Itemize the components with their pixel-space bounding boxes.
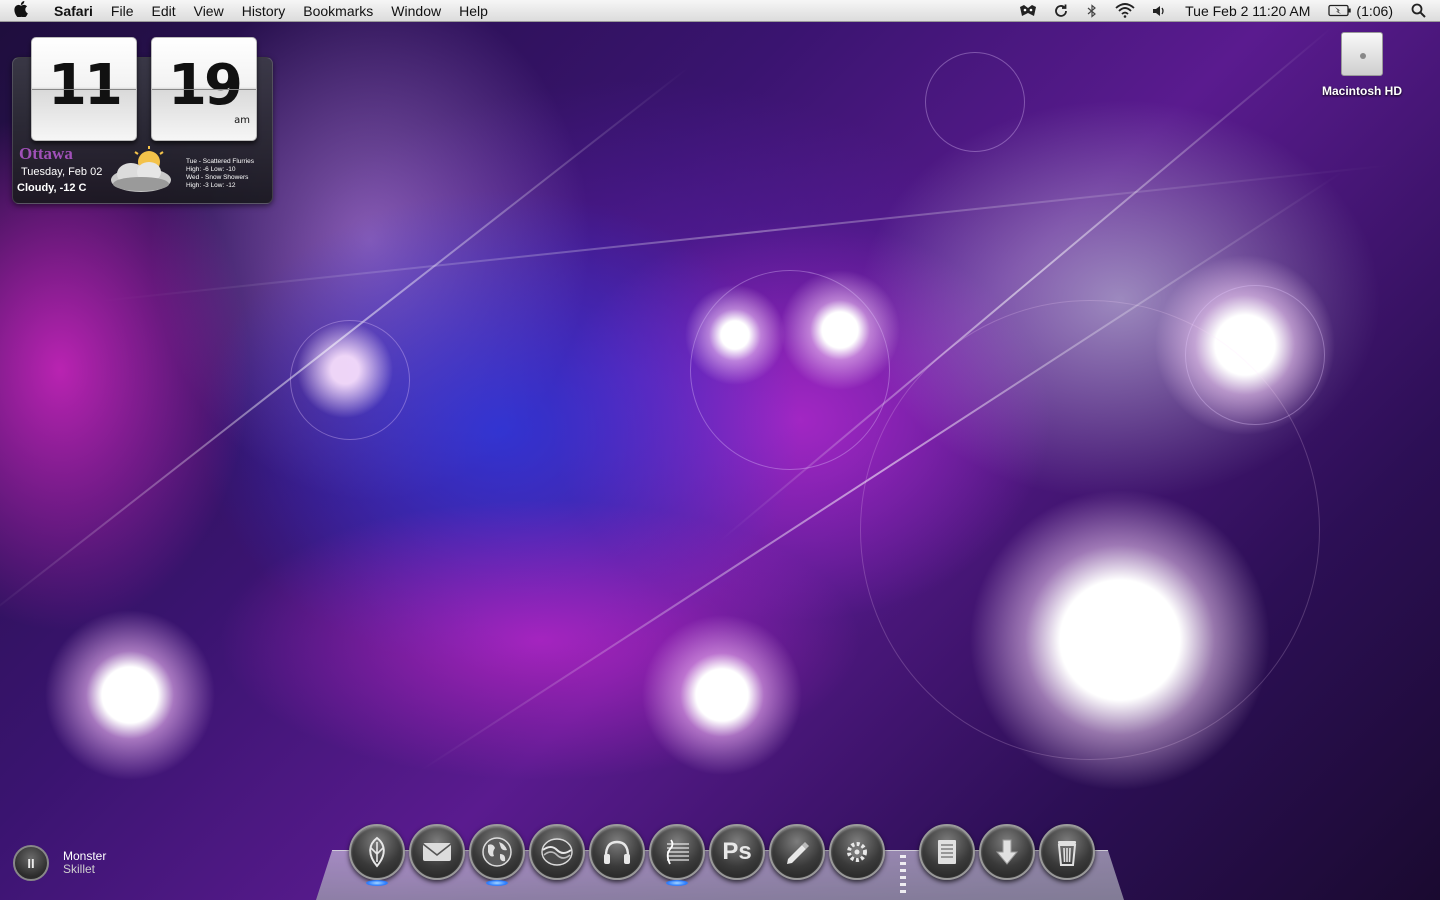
forecast-line: High: -3 Low: -12 — [186, 182, 236, 189]
hard-drive-icon[interactable] — [1341, 32, 1383, 76]
track-artist: Skillet — [63, 862, 96, 876]
spotlight-icon[interactable] — [1401, 3, 1440, 18]
photoshop-icon: Ps — [722, 838, 752, 865]
drive-label: Macintosh HD — [1321, 84, 1402, 98]
apple-icon[interactable] — [0, 0, 42, 21]
sync-icon[interactable] — [1045, 3, 1077, 19]
gear-icon — [847, 842, 867, 862]
weather-forecast: Tue - Scattered Flurries High: -6 Low: -… — [186, 158, 254, 190]
menu-bar: Safari File Edit View History Bookmarks … — [0, 0, 1440, 22]
bluetooth-icon[interactable] — [1077, 3, 1107, 18]
forecast-line: Wed - Snow Showers — [186, 174, 249, 181]
dock-item-trash[interactable] — [1039, 824, 1095, 880]
menu-edit[interactable]: Edit — [142, 3, 184, 19]
clock-ampm: am — [234, 115, 250, 126]
running-indicator — [366, 880, 388, 886]
running-indicator — [486, 880, 508, 886]
hour-card: 11 — [31, 37, 137, 141]
menu-window[interactable]: Window — [382, 3, 450, 19]
dock-item-feather-app[interactable] — [349, 824, 405, 880]
status-area: Tue Feb 2 11:20 AM (1:06) — [1011, 0, 1440, 22]
forecast-line: High: -6 Low: -10 — [186, 166, 236, 173]
battery-status[interactable]: (1:06) — [1320, 3, 1401, 19]
dock-item-mail[interactable] — [409, 824, 465, 880]
feather-app-icon — [369, 836, 385, 868]
running-indicator — [666, 880, 688, 886]
menu-bookmarks[interactable]: Bookmarks — [294, 3, 382, 19]
globe-icon — [482, 837, 512, 867]
menu-app-name[interactable]: Safari — [42, 3, 102, 19]
menu-clock[interactable]: Tue Feb 2 11:20 AM — [1175, 3, 1320, 19]
trash-icon — [1057, 841, 1077, 866]
now-playing-widget: II Monster Skillet — [13, 845, 106, 881]
dock-item-documents[interactable] — [919, 824, 975, 880]
pause-button[interactable]: II — [13, 845, 49, 881]
dock-item-pencil[interactable] — [769, 824, 825, 880]
mail-icon — [422, 843, 452, 861]
music-notes-icon — [666, 839, 689, 865]
downloads-icon — [995, 839, 1019, 865]
menu-history[interactable]: History — [233, 3, 295, 19]
wifi-icon[interactable] — [1107, 3, 1143, 18]
documents-icon — [938, 840, 956, 864]
pencil-icon — [787, 842, 809, 864]
minute-card: 19 am — [151, 37, 257, 141]
dock-item-headphones[interactable] — [589, 824, 645, 880]
menu-help[interactable]: Help — [450, 3, 497, 19]
clock-minute: 19 — [168, 53, 243, 118]
menu-file[interactable]: File — [102, 3, 143, 19]
menu-view[interactable]: View — [185, 3, 233, 19]
dock-separator — [900, 855, 906, 895]
growl-icon[interactable] — [1011, 4, 1045, 18]
cloudy-sun-icon — [111, 146, 171, 192]
dock-item-wave-app[interactable] — [529, 824, 585, 880]
dock-item-settings[interactable] — [829, 824, 885, 880]
volume-icon[interactable] — [1143, 4, 1175, 18]
headphones-icon — [604, 840, 630, 864]
forecast-line: Tue - Scattered Flurries — [186, 158, 255, 165]
clock-weather-widget[interactable]: 11 19 am Ottawa Tuesday, Feb 02 Cloudy, … — [12, 37, 273, 204]
wave-app-icon — [541, 838, 573, 866]
weather-current: Cloudy, -12 C — [17, 182, 87, 194]
dock-item-music[interactable] — [649, 824, 705, 880]
weather-date: Tuesday, Feb 02 — [21, 166, 103, 178]
dock-item-globe[interactable] — [469, 824, 525, 880]
weather-city: Ottawa — [19, 144, 73, 163]
battery-icon — [1328, 4, 1352, 17]
dock-item-photoshop[interactable]: Ps — [709, 824, 765, 880]
macintosh-hd-desktop-icon[interactable]: Macintosh HD — [1310, 32, 1414, 98]
dock-item-downloads[interactable] — [979, 824, 1035, 880]
battery-time: (1:06) — [1356, 2, 1393, 19]
clock-hour: 11 — [48, 53, 123, 118]
